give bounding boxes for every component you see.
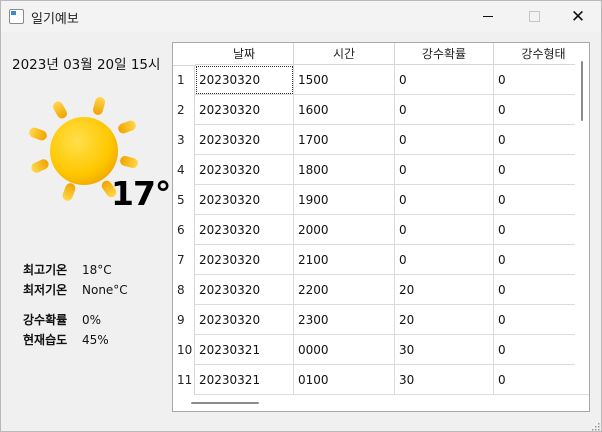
table-cell[interactable]: 1500 [294, 65, 395, 95]
table-cell[interactable]: 0 [395, 95, 494, 125]
row-header[interactable]: 3 [173, 125, 195, 155]
table-cell[interactable]: 2100 [294, 245, 395, 275]
table-cell[interactable]: 20230320 [195, 275, 294, 305]
table-cell[interactable]: 30 [395, 365, 494, 395]
table-cell[interactable]: 0 [395, 125, 494, 155]
table-cell[interactable]: 1600 [294, 95, 395, 125]
table-cell[interactable]: 0000 [294, 335, 395, 365]
table-cell[interactable]: 20230320 [195, 65, 294, 95]
column-header[interactable]: 강수확률 [395, 43, 494, 65]
horizontal-scroll-thumb[interactable] [191, 402, 259, 404]
humidity-label: 현재습도 [23, 333, 68, 347]
table-cell[interactable]: 20230320 [195, 305, 294, 335]
table-cell[interactable]: 0 [395, 65, 494, 95]
table-cell[interactable]: 20230321 [195, 365, 294, 395]
table-cell[interactable]: 1700 [294, 125, 395, 155]
vertical-scrollbar[interactable] [575, 57, 589, 387]
row-header[interactable]: 2 [173, 95, 195, 125]
table-cell[interactable]: 20230321 [195, 335, 294, 365]
table-cell[interactable]: 0100 [294, 365, 395, 395]
horizontal-scrollbar[interactable] [173, 395, 575, 411]
resize-grip-icon[interactable] [590, 421, 600, 431]
table-cell[interactable]: 2000 [294, 215, 395, 245]
forecast-datetime: 2023년 03월 20일 15시 [12, 57, 161, 73]
min-temp-row: 최저기온 None°C [23, 281, 128, 298]
window-title: 일기예보 [31, 12, 79, 27]
maximize-icon [528, 11, 540, 22]
max-temp-value: 18°C [82, 263, 112, 277]
humidity-row: 현재습도 45% [23, 331, 109, 348]
column-header[interactable]: 날짜 [195, 43, 294, 65]
title-bar[interactable]: 일기예보 ✕ [1, 1, 601, 32]
table-cell[interactable]: 1800 [294, 155, 395, 185]
window-icon [9, 9, 24, 24]
maximize-button[interactable] [511, 1, 557, 32]
table-cell[interactable]: 20230320 [195, 245, 294, 275]
row-header[interactable]: 10 [173, 335, 195, 365]
table-cell[interactable]: 20230320 [195, 155, 294, 185]
table-cell[interactable]: 20 [395, 275, 494, 305]
table-corner[interactable] [173, 43, 196, 66]
table-cell[interactable]: 2300 [294, 305, 395, 335]
humidity-value: 45% [82, 333, 109, 347]
close-icon: ✕ [570, 6, 586, 27]
max-temp-row: 최고기온 18°C [23, 261, 112, 278]
table-cell[interactable]: 2200 [294, 275, 395, 305]
table-cell[interactable]: 20230320 [195, 215, 294, 245]
table-cell[interactable]: 20 [395, 305, 494, 335]
table-cell[interactable]: 20230320 [195, 125, 294, 155]
row-header[interactable]: 1 [173, 65, 195, 95]
table-cell[interactable]: 0 [395, 215, 494, 245]
table-cell[interactable]: 0 [395, 155, 494, 185]
table-cell[interactable]: 30 [395, 335, 494, 365]
vertical-scroll-thumb[interactable] [581, 61, 583, 121]
app-window: 일기예보 ✕ 2023년 03월 20일 15시 17° 최고기온 18°C 최… [0, 0, 602, 432]
row-header[interactable]: 6 [173, 215, 195, 245]
rain-prob-value: 0% [82, 313, 102, 327]
row-header[interactable]: 8 [173, 275, 195, 305]
rain-prob-label: 강수확률 [23, 313, 68, 327]
column-header[interactable]: 시간 [294, 43, 395, 65]
row-header[interactable]: 11 [173, 365, 195, 395]
min-temp-value: None°C [82, 283, 128, 297]
table-cell[interactable]: 1900 [294, 185, 395, 215]
forecast-table[interactable]: 날짜 시간 강수확률 강수형태 1 20230320 1500 0 0 2 20230320 1600… [172, 42, 590, 412]
row-header[interactable]: 7 [173, 245, 195, 275]
table-cell[interactable]: 0 [395, 185, 494, 215]
min-temp-label: 최저기온 [23, 283, 68, 297]
minimize-icon [483, 16, 493, 17]
max-temp-label: 최고기온 [23, 263, 68, 277]
row-header[interactable]: 4 [173, 155, 195, 185]
rain-prob-row: 강수확률 0% [23, 311, 101, 328]
table-cell[interactable]: 20230320 [195, 185, 294, 215]
row-header[interactable]: 9 [173, 305, 195, 335]
table-cell[interactable]: 0 [395, 245, 494, 275]
minimize-button[interactable] [465, 1, 511, 32]
row-header[interactable]: 5 [173, 185, 195, 215]
close-button[interactable]: ✕ [555, 1, 601, 32]
current-temperature: 17° [111, 174, 171, 213]
table-cell[interactable]: 20230320 [195, 95, 294, 125]
